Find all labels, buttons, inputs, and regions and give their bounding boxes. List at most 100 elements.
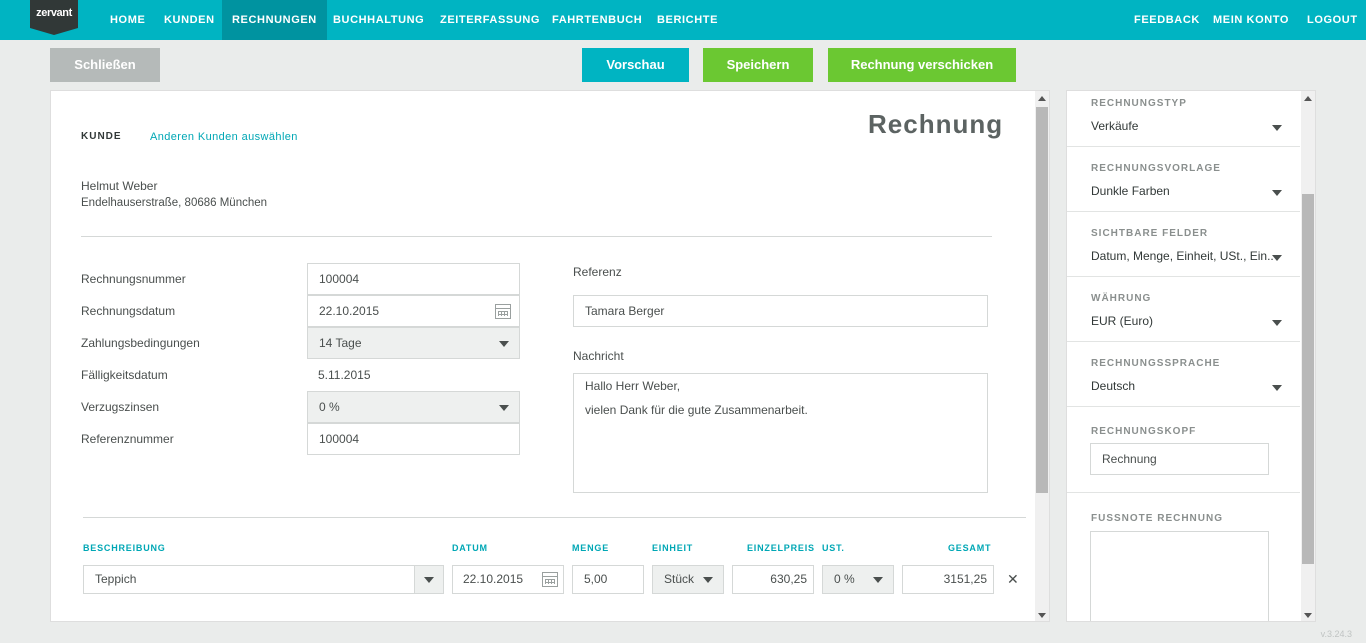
- description-dropdown-toggle[interactable]: [414, 566, 443, 593]
- invoice-footnote-textarea[interactable]: [1090, 531, 1269, 621]
- item-total-input[interactable]: 3151,25: [902, 565, 994, 594]
- invoice-title: Rechnung: [868, 109, 1004, 139]
- chevron-down-icon: [1272, 255, 1282, 261]
- currency-value: EUR (Euro): [1091, 314, 1154, 328]
- customer-address: Endelhauserstraße, 80686 München: [81, 197, 268, 209]
- scroll-down-icon[interactable]: [1304, 613, 1312, 618]
- col-unit: EINHEIT: [652, 543, 694, 553]
- invoice-header-section: RECHNUNGSKOPF Rechnung: [1067, 407, 1300, 493]
- item-unit-select[interactable]: Stück: [652, 565, 724, 594]
- invoice-language-section[interactable]: RECHNUNGSSPRACHE Deutsch: [1067, 342, 1300, 407]
- nav-home[interactable]: HOME: [100, 0, 155, 40]
- invoice-settings-sidebar: RECHNUNGSTYP Verkäufe RECHNUNGSVORLAGE D…: [1066, 90, 1316, 622]
- scroll-up-icon[interactable]: [1038, 96, 1046, 101]
- due-date-value: 5.11.2015: [318, 368, 371, 382]
- col-description: BESCHREIBUNG: [83, 543, 166, 553]
- late-interest-value: 0 %: [319, 400, 340, 414]
- invoice-type-section[interactable]: RECHNUNGSTYP Verkäufe: [1067, 91, 1300, 147]
- item-unit-value: Stück: [664, 572, 695, 586]
- nav-zeiterfassung[interactable]: ZEITERFASSUNG: [430, 0, 550, 40]
- payment-terms-value: 14 Tage: [319, 336, 362, 350]
- sidebar-scrollbar[interactable]: [1301, 91, 1315, 621]
- scroll-down-icon[interactable]: [1038, 613, 1046, 618]
- close-button[interactable]: Schließen: [50, 48, 160, 82]
- col-vat: UST.: [822, 543, 845, 553]
- item-date-input[interactable]: 22.10.2015: [452, 565, 564, 594]
- nav-kunden[interactable]: KUNDEN: [154, 0, 225, 40]
- nav-rechnungen[interactable]: RECHNUNGEN: [222, 0, 327, 40]
- invoice-number-input[interactable]: 100004: [307, 263, 520, 295]
- invoice-footnote-section: FUSSNOTE RECHNUNG: [1067, 493, 1300, 621]
- nav-mein-konto[interactable]: MEIN KONTO: [1203, 0, 1299, 40]
- payment-terms-label: Zahlungsbedingungen: [81, 336, 200, 350]
- invoice-date-label: Rechnungsdatum: [81, 304, 176, 318]
- invoice-language-label: RECHNUNGSSPRACHE: [1091, 358, 1221, 369]
- col-quantity: MENGE: [572, 543, 610, 553]
- reference-label: Referenz: [573, 265, 622, 279]
- invoice-language-value: Deutsch: [1091, 379, 1136, 393]
- change-customer-link[interactable]: Anderen Kunden auswählen: [150, 131, 298, 143]
- calendar-icon[interactable]: [542, 572, 558, 587]
- send-invoice-button[interactable]: Rechnung verschicken: [828, 48, 1016, 82]
- invoice-header-label: RECHNUNGSKOPF: [1091, 426, 1197, 437]
- visible-fields-label: SICHTBARE FELDER: [1091, 228, 1209, 239]
- late-interest-label: Verzugszinsen: [81, 400, 160, 414]
- col-unit-price: EINZELPREIS: [747, 543, 815, 553]
- chevron-down-icon: [1272, 125, 1282, 131]
- item-description-value: Teppich: [95, 572, 137, 586]
- item-vat-select[interactable]: 0 %: [822, 565, 894, 594]
- invoice-date-value: 22.10.2015: [319, 304, 380, 318]
- editor-scroll-thumb[interactable]: [1036, 107, 1048, 493]
- col-total: GESAMT: [948, 543, 992, 553]
- late-interest-select[interactable]: 0 %: [307, 391, 520, 423]
- message-textarea[interactable]: Hallo Herr Weber, vielen Dank für die gu…: [573, 373, 988, 493]
- reference-input[interactable]: Tamara Berger: [573, 295, 988, 327]
- message-line: vielen Dank für die gute Zusammenarbeit.: [585, 403, 808, 417]
- scroll-up-icon[interactable]: [1304, 96, 1312, 101]
- save-button[interactable]: Speichern: [703, 48, 813, 82]
- col-date: DATUM: [452, 543, 488, 553]
- preview-button[interactable]: Vorschau: [582, 48, 689, 82]
- app-version: v.3.24.3: [1320, 629, 1352, 639]
- invoice-number-label: Rechnungsnummer: [81, 272, 186, 286]
- remove-item-icon[interactable]: ✕: [1007, 571, 1019, 588]
- invoice-type-label: RECHNUNGSTYP: [1091, 98, 1187, 109]
- nav-logout[interactable]: LOGOUT: [1297, 0, 1366, 40]
- customer-name: Helmut Weber: [81, 179, 158, 193]
- chevron-down-icon: [703, 577, 713, 583]
- item-date-value: 22.10.2015: [463, 572, 524, 586]
- section-divider: [81, 236, 992, 237]
- nav-buchhaltung[interactable]: BUCHHALTUNG: [323, 0, 434, 40]
- nav-feedback[interactable]: FEEDBACK: [1124, 0, 1210, 40]
- invoice-template-value: Dunkle Farben: [1091, 184, 1170, 198]
- invoice-header-input[interactable]: Rechnung: [1090, 443, 1269, 475]
- visible-fields-value: Datum, Menge, Einheit, USt., Ein...: [1091, 249, 1273, 263]
- item-vat-value: 0 %: [834, 572, 855, 586]
- chevron-down-icon: [1272, 385, 1282, 391]
- invoice-footnote-label: FUSSNOTE RECHNUNG: [1091, 513, 1224, 524]
- customer-label: KUNDE: [81, 131, 122, 142]
- top-navigation: zervant HOME KUNDEN RECHNUNGEN BUCHHALTU…: [0, 0, 1366, 40]
- payment-terms-select[interactable]: 14 Tage: [307, 327, 520, 359]
- item-description-input[interactable]: Teppich: [83, 565, 444, 594]
- invoice-template-section[interactable]: RECHNUNGSVORLAGE Dunkle Farben: [1067, 147, 1300, 212]
- zervant-logo[interactable]: zervant: [30, 0, 78, 35]
- currency-section[interactable]: WÄHRUNG EUR (Euro): [1067, 277, 1300, 342]
- item-quantity-input[interactable]: 5,00: [572, 565, 644, 594]
- item-unit-price-input[interactable]: 630,25: [732, 565, 814, 594]
- chevron-down-icon: [1272, 320, 1282, 326]
- editor-scrollbar[interactable]: [1035, 91, 1049, 621]
- visible-fields-section[interactable]: SICHTBARE FELDER Datum, Menge, Einheit, …: [1067, 212, 1300, 277]
- message-label: Nachricht: [573, 349, 624, 363]
- nav-fahrtenbuch[interactable]: FAHRTENBUCH: [542, 0, 652, 40]
- chevron-down-icon: [873, 577, 883, 583]
- nav-berichte[interactable]: BERICHTE: [647, 0, 728, 40]
- chevron-down-icon: [499, 405, 509, 411]
- sidebar-scroll-thumb[interactable]: [1302, 194, 1314, 564]
- chevron-down-icon: [424, 577, 434, 583]
- invoice-date-input[interactable]: 22.10.2015: [307, 295, 520, 327]
- reference-number-input[interactable]: 100004: [307, 423, 520, 455]
- items-divider: [83, 517, 1026, 518]
- reference-number-label: Referenznummer: [81, 432, 174, 446]
- calendar-icon[interactable]: [495, 304, 511, 319]
